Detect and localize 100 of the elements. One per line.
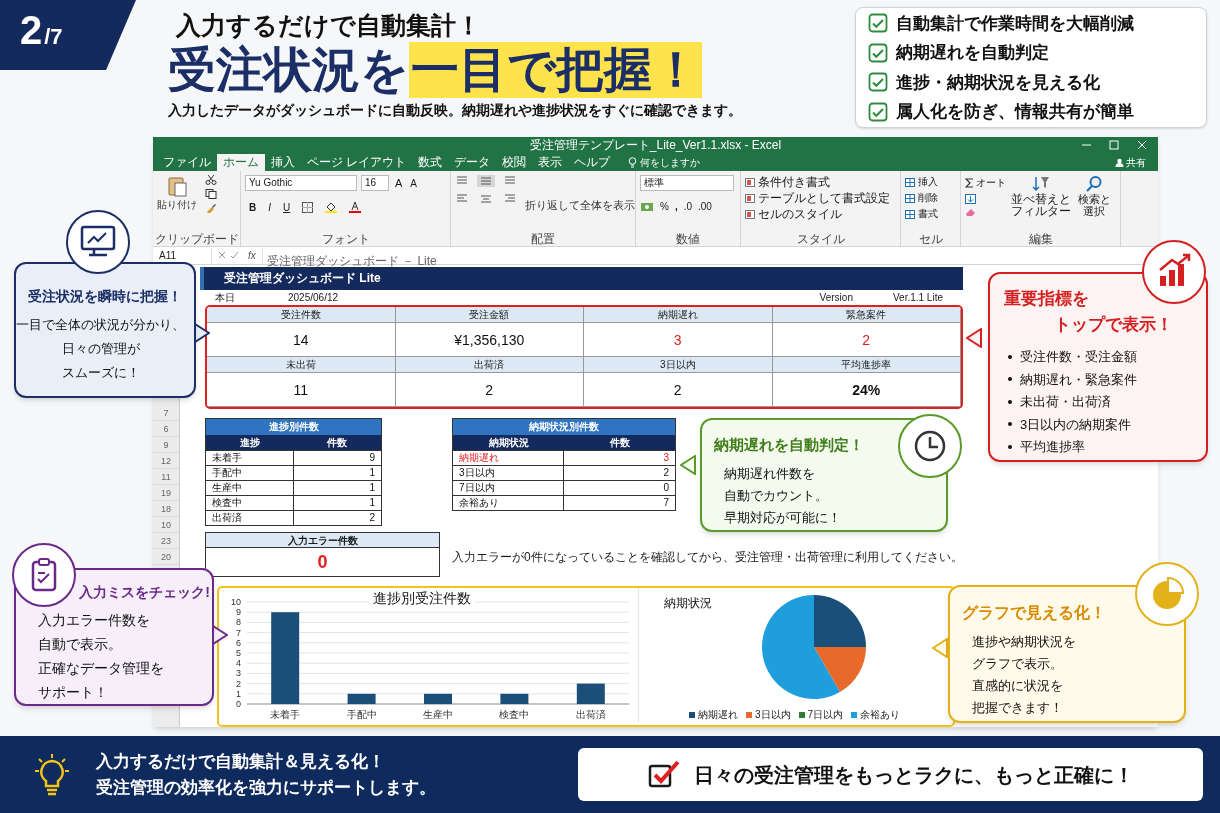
tell-me-text[interactable]: 何をしますか (640, 155, 701, 170)
table-title: 納期状況別件数 (453, 419, 675, 435)
legend-label: 納期遅れ (698, 708, 738, 722)
axis-tick-label: 0 (236, 699, 241, 709)
kpi-label: 納期遅れ (584, 307, 773, 323)
menu-tab[interactable]: データ (448, 154, 497, 171)
person-icon (1115, 158, 1124, 167)
font-size-field[interactable]: 16 (361, 175, 389, 192)
row-number: 6 (153, 421, 179, 437)
callout-text: 進捗や納期状況を グラフで表示。 直感的に状況を 把握できます！ (971, 634, 1076, 717)
menu-tab[interactable]: ページ レイアウト (301, 154, 413, 171)
callout-title: 重要指標を (1004, 288, 1089, 310)
callout-pointer (966, 328, 982, 348)
row-number: 10 (153, 517, 179, 533)
cells-icon (905, 177, 915, 187)
style-button[interactable]: テーブルとして書式設定 (758, 191, 890, 205)
version-text: Ver.1.1 Lite (892, 291, 943, 304)
table-cell: 手配中 (206, 466, 294, 480)
sort-filter-icon (1032, 175, 1050, 193)
autosum-button[interactable]: オート (976, 175, 1006, 190)
menu-tab[interactable]: 表示 (532, 154, 569, 171)
ribbon-group-label: クリップボード (153, 232, 240, 246)
table-cell: 3日以内 (453, 466, 564, 480)
bullet-text: 納期遅れ・緊急案件 (1020, 370, 1137, 389)
wrap-text-button[interactable]: 折り返して全体を表示 (525, 197, 635, 214)
menu-tab[interactable]: ヘルプ (568, 154, 617, 171)
callout-title: 納期遅れを自動判定！ (714, 435, 864, 455)
number-format-field[interactable]: 標準 (640, 175, 734, 191)
bullet-text: 平均進捗率 (1020, 438, 1085, 456)
footer-text: 受注管理の効率化を強力にサポートします。 (96, 776, 436, 799)
headline-text: 受注状況を (168, 42, 409, 98)
format-button[interactable]: U (283, 199, 291, 215)
decimal-button[interactable]: .0 (683, 199, 693, 214)
cells-button[interactable]: 挿入 (918, 175, 938, 189)
dashboard-title: 受注管理ダッシュボード Lite (200, 267, 963, 290)
ribbon-group-label: フォント (320, 232, 371, 246)
axis-tick-label: 6 (236, 637, 241, 648)
bar (500, 693, 529, 704)
font-size-button[interactable]: A (408, 175, 419, 191)
fill-color-icon (325, 201, 338, 213)
share-button[interactable]: 共有 (1126, 155, 1146, 170)
copy-icon (205, 189, 217, 199)
decimal-button[interactable]: .00 (698, 199, 712, 214)
axis-tick-label: 3 (236, 668, 241, 679)
clipboard-icon (167, 175, 187, 197)
font-color-icon (349, 201, 362, 213)
cells-button[interactable]: 書式 (918, 207, 938, 221)
style-button[interactable]: 条件付き書式 (758, 175, 830, 189)
bullet-text: 3日以内の納期案件 (1020, 415, 1132, 434)
row-number: 12 (153, 453, 179, 469)
table-cell-text: 1 (368, 496, 376, 510)
font-size-button[interactable]: A (393, 175, 405, 192)
table-cell-text: 2 (368, 511, 376, 525)
row-number: 20 (153, 549, 179, 565)
style-icon (745, 193, 755, 203)
font-name-field[interactable]: Yu Gothic (245, 175, 357, 192)
fill-down-icon (965, 194, 977, 204)
comma-button[interactable]: , (674, 199, 678, 214)
row-number: 9 (153, 437, 179, 453)
callout-title: 受注状況を瞬時に把握！ (28, 287, 182, 306)
kpi-label: 平均進捗率 (772, 357, 961, 373)
percent-button[interactable]: % (660, 199, 669, 214)
table-cell: 7日以内 (453, 481, 564, 495)
paste-button[interactable]: 貼り付け (157, 175, 197, 212)
callout-title: グラフで見える化！ (962, 603, 1106, 623)
formula-field[interactable]: 受注管理ダッシュボード － Lite (266, 253, 437, 268)
cells-button[interactable]: 削除 (918, 191, 938, 205)
feature-text: 進捗・納期状況を見える化 (896, 71, 1100, 94)
category-label: 出荷済 (575, 709, 606, 720)
kpi-label: 緊急案件 (772, 307, 961, 323)
eraser-icon (965, 208, 977, 216)
format-button[interactable]: B (249, 199, 257, 215)
axis-tick-label: 4 (236, 658, 241, 669)
kpi-value: 24% (772, 373, 961, 407)
menu-tab[interactable]: 数式 (412, 154, 449, 171)
menu-tab[interactable]: ファイル (157, 154, 217, 171)
kpi-label: 受注件数 (207, 307, 396, 323)
axis-tick-label: 9 (236, 607, 241, 618)
menu-tab[interactable]: ホーム (217, 154, 265, 171)
table-cell: 未着手 (206, 451, 294, 465)
axis-tick-label: 8 (236, 617, 241, 628)
page-badge: 2/7 (0, 0, 136, 70)
error-count-value: 0 (316, 551, 329, 574)
cells-icon (905, 209, 915, 219)
search-icon (1085, 175, 1103, 193)
brush-icon (205, 203, 217, 213)
menu-tab[interactable]: 校閲 (496, 154, 533, 171)
subtitle-text: 入力したデータがダッシュボードに自動反映。納期遅れや進捗状況をすぐに確認できます。 (168, 101, 742, 120)
sort-filter-button[interactable]: 並べ替えとフィルター (1010, 175, 1072, 217)
format-button[interactable]: I (268, 199, 271, 215)
table-cell-text: 3 (662, 451, 670, 465)
ribbon-group-label: 数値 (675, 232, 701, 246)
callout-text: 納期遅れ件数を 自動でカウント。 早期対応が可能に！ (723, 465, 841, 527)
menu-tab[interactable]: 挿入 (265, 154, 301, 171)
callout-text: 入力エラー件数を 自動で表示。 正確なデータ管理を サポート！ (37, 612, 164, 702)
ribbon-group-label: スタイル (795, 232, 846, 246)
feature-text: 自動集計で作業時間を大幅削減 (896, 12, 1134, 35)
row-number: 23 (153, 533, 179, 549)
find-select-button[interactable]: 検索と選択 (1076, 175, 1112, 217)
style-button[interactable]: セルのスタイル (758, 207, 842, 221)
